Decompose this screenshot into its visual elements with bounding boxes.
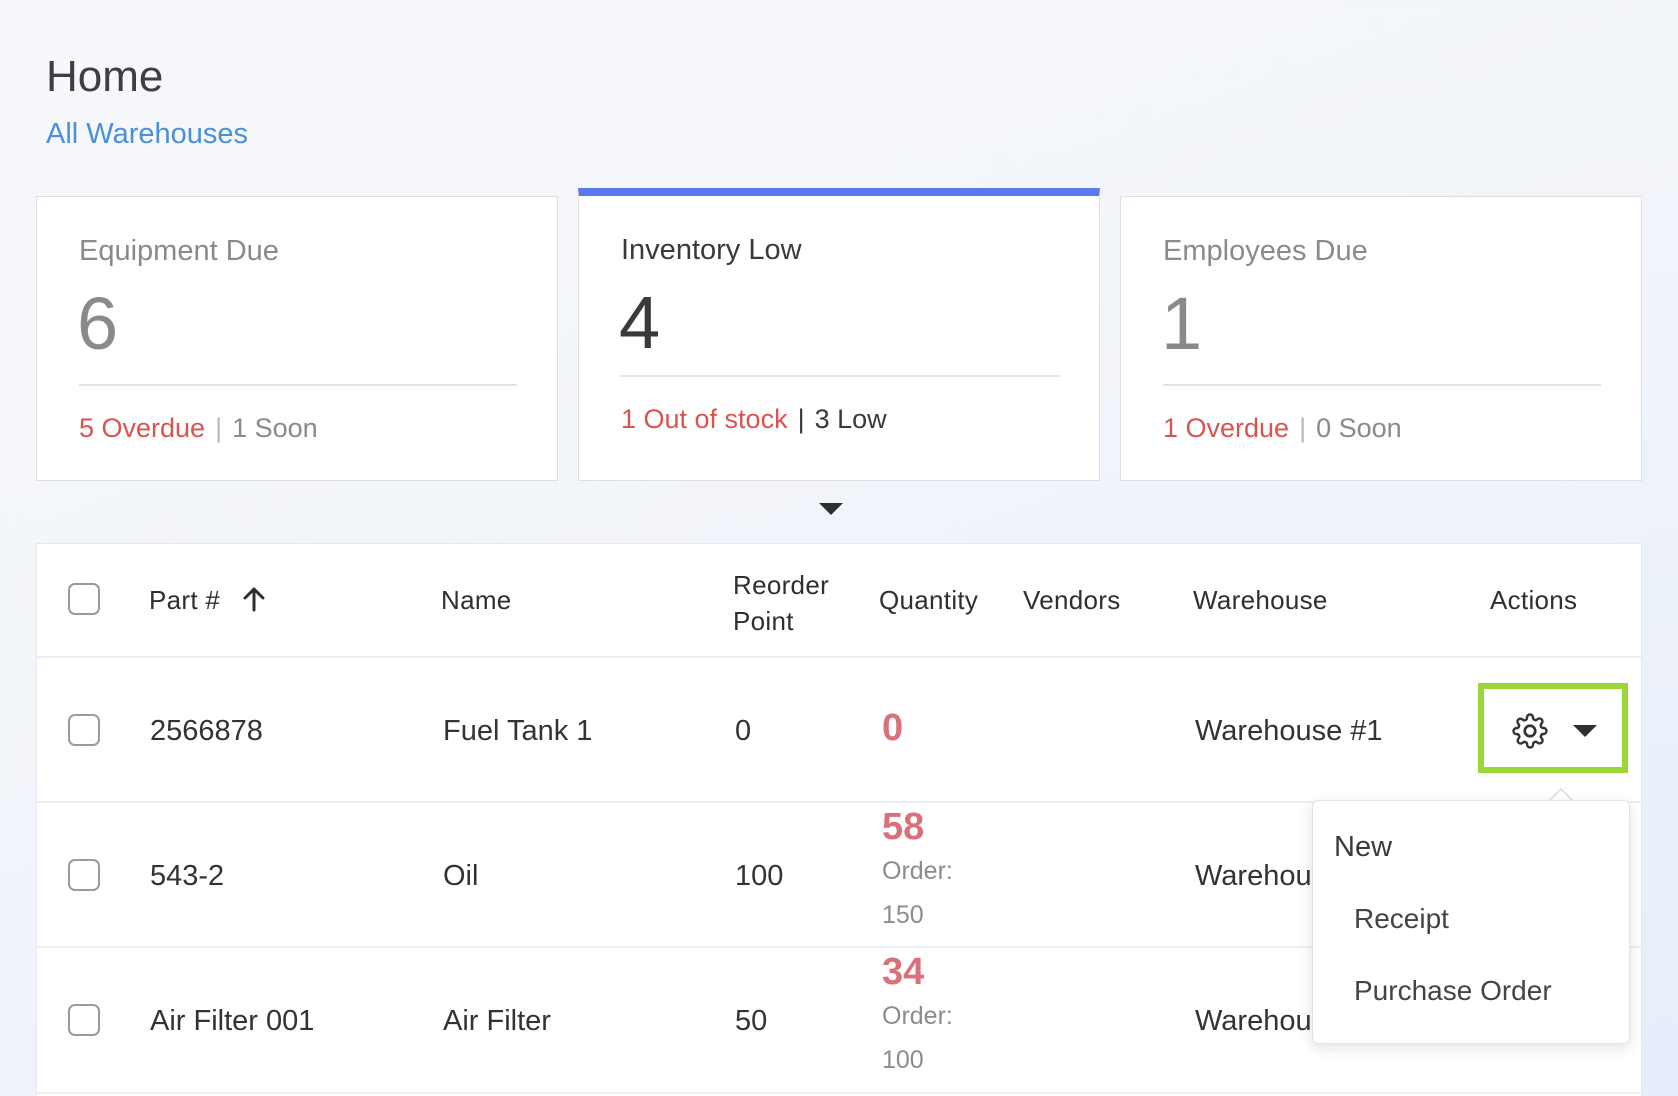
- column-header-vendors[interactable]: Vendors: [1023, 585, 1121, 616]
- card-count: 1: [1161, 282, 1203, 365]
- cell-quantity: 0: [882, 707, 904, 749]
- cell-part[interactable]: 543-2: [150, 860, 224, 893]
- row-checkbox[interactable]: [68, 859, 100, 891]
- actions-dropdown-menu: New Receipt Purchase Order: [1312, 800, 1630, 1044]
- card-footer: 1 Out of stock | 3 Low: [621, 404, 887, 435]
- cell-name: Air Filter: [443, 1005, 551, 1037]
- row-divider: [37, 1092, 1641, 1094]
- column-header-reorder-line1: Reorder: [733, 570, 830, 600]
- header-divider: [37, 656, 1641, 658]
- quantity-value: 34: [882, 951, 925, 993]
- menu-item-receipt[interactable]: Receipt: [1354, 903, 1449, 935]
- card-title: Employees Due: [1163, 235, 1368, 267]
- soon-count[interactable]: 1 Soon: [232, 413, 318, 443]
- order-value: 150: [882, 901, 924, 929]
- page-title: Home: [46, 52, 164, 101]
- cell-reorder: 0: [735, 715, 752, 747]
- column-header-reorder-line2: Point: [733, 606, 794, 636]
- card-equipment-due[interactable]: Equipment Due 6 5 Overdue | 1 Soon: [36, 196, 558, 481]
- order-value: 100: [882, 1046, 924, 1074]
- column-header-part-label: Part #: [149, 585, 221, 615]
- card-count: 6: [77, 282, 119, 365]
- card-footer: 1 Overdue | 0 Soon: [1163, 413, 1402, 444]
- cell-quantity: 34 Order: 100: [882, 951, 953, 1082]
- card-footer: 5 Overdue | 1 Soon: [79, 413, 318, 444]
- row-checkbox[interactable]: [68, 714, 100, 746]
- quantity-value: 58: [882, 806, 925, 848]
- column-header-warehouse[interactable]: Warehouse: [1193, 585, 1328, 616]
- overdue-count[interactable]: 1 Overdue: [1163, 413, 1289, 443]
- row-actions-button[interactable]: [1478, 683, 1628, 773]
- gear-icon: [1512, 713, 1548, 749]
- footer-separator: |: [1299, 413, 1307, 443]
- cell-reorder: 50: [735, 1005, 768, 1037]
- cell-name: Fuel Tank 1: [443, 715, 593, 747]
- cell-name: Oil: [443, 860, 479, 892]
- menu-item-purchase-order[interactable]: Purchase Order: [1354, 975, 1552, 1007]
- cell-quantity: 58 Order: 150: [882, 806, 953, 937]
- card-inventory-low[interactable]: Inventory Low 4 1 Out of stock | 3 Low: [578, 188, 1100, 481]
- cell-warehouse: Warehou: [1195, 860, 1312, 892]
- card-employees-due[interactable]: Employees Due 1 1 Overdue | 0 Soon: [1120, 196, 1642, 481]
- out-of-stock-count[interactable]: 1 Out of stock: [621, 404, 788, 434]
- cell-part[interactable]: Air Filter 001: [150, 1005, 314, 1038]
- expand-caret-icon[interactable]: [819, 503, 843, 515]
- menu-header-new: New: [1334, 831, 1393, 863]
- order-label: Order:: [882, 1002, 953, 1030]
- footer-separator: |: [797, 404, 805, 434]
- cell-warehouse: Warehou: [1195, 1005, 1312, 1037]
- card-divider: [79, 384, 517, 386]
- column-header-reorder-point[interactable]: Reorder Point: [733, 567, 829, 639]
- card-title: Equipment Due: [79, 235, 279, 267]
- cell-part[interactable]: 2566878: [150, 715, 263, 748]
- soon-count[interactable]: 0 Soon: [1316, 413, 1402, 443]
- row-checkbox[interactable]: [68, 1004, 100, 1036]
- order-label: Order:: [882, 857, 953, 885]
- all-warehouses-link[interactable]: All Warehouses: [46, 118, 248, 151]
- column-header-name[interactable]: Name: [441, 585, 512, 616]
- select-all-checkbox[interactable]: [68, 583, 100, 615]
- arrow-up-icon: [243, 587, 265, 612]
- card-title: Inventory Low: [621, 234, 802, 266]
- card-divider: [621, 375, 1059, 377]
- column-header-actions: Actions: [1490, 585, 1578, 615]
- overdue-count[interactable]: 5 Overdue: [79, 413, 205, 443]
- cell-reorder: 100: [735, 860, 784, 892]
- footer-separator: |: [215, 413, 223, 443]
- column-header-part[interactable]: Part #: [149, 585, 266, 616]
- card-count: 4: [619, 281, 661, 364]
- card-divider: [1163, 384, 1601, 386]
- column-header-quantity[interactable]: Quantity: [879, 585, 978, 616]
- low-count[interactable]: 3 Low: [815, 404, 887, 434]
- cell-warehouse: Warehouse #1: [1195, 715, 1383, 747]
- chevron-down-icon: [1573, 725, 1597, 737]
